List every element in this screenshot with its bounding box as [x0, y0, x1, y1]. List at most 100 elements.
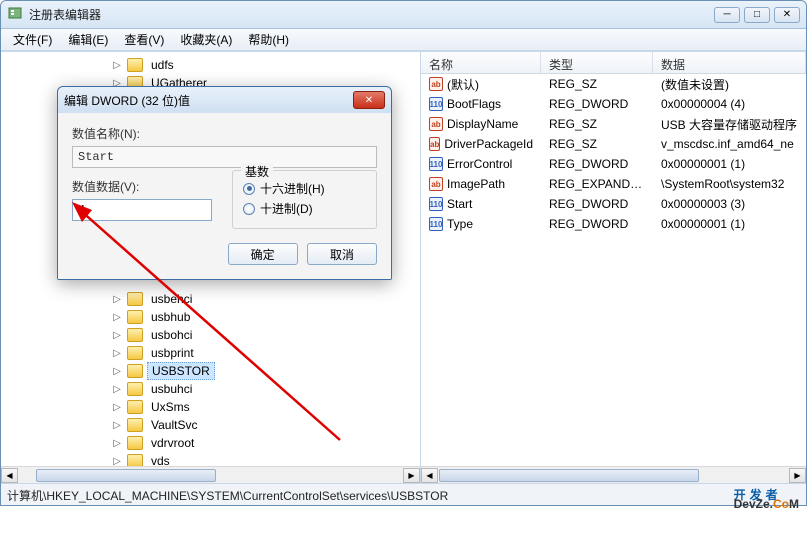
- list-row[interactable]: 110TypeREG_DWORD0x00000001 (1): [421, 214, 806, 234]
- value-data-input[interactable]: [72, 199, 212, 221]
- list-row[interactable]: abDisplayNameREG_SZUSB 大容量存储驱动程序: [421, 114, 806, 134]
- list-header: 名称 类型 数据: [421, 52, 806, 74]
- expander-icon[interactable]: ▷: [111, 420, 123, 431]
- tree-item[interactable]: ▷ UxSms: [1, 398, 420, 416]
- value-type: REG_SZ: [541, 77, 653, 91]
- reg-sz-icon: ab: [429, 77, 443, 91]
- tree-item[interactable]: ▷ usbehci: [1, 290, 420, 308]
- reg-bin-icon: 110: [429, 197, 443, 211]
- tree-item-label: usbehci: [147, 291, 196, 307]
- tree-item[interactable]: ▷usbhub: [1, 308, 420, 326]
- col-header-name[interactable]: 名称: [421, 52, 541, 73]
- expander-icon[interactable]: ▷: [111, 312, 123, 323]
- col-header-data[interactable]: 数据: [653, 52, 806, 73]
- folder-icon: [127, 346, 143, 360]
- radio-hex-row[interactable]: 十六进制(H): [243, 180, 366, 197]
- expander-icon[interactable]: ▷: [111, 438, 123, 449]
- close-button[interactable]: ✕: [774, 7, 800, 23]
- radio-dec[interactable]: [243, 203, 255, 215]
- base-legend: 基数: [241, 163, 273, 180]
- list-row[interactable]: 110StartREG_DWORD0x00000003 (3): [421, 194, 806, 214]
- tree-item[interactable]: ▷ VaultSvc: [1, 416, 420, 434]
- value-type: REG_DWORD: [541, 157, 653, 171]
- value-data: v_mscdsc.inf_amd64_ne: [653, 137, 806, 151]
- folder-icon: [127, 310, 143, 324]
- radio-hex[interactable]: [243, 183, 255, 195]
- tree-item[interactable]: ▷USBSTOR: [1, 362, 420, 380]
- list-row[interactable]: abDriverPackageIdREG_SZv_mscdsc.inf_amd6…: [421, 134, 806, 154]
- list-scroll-track[interactable]: [438, 468, 789, 483]
- window-title: 注册表编辑器: [29, 6, 714, 23]
- expander-icon[interactable]: ▷: [111, 348, 123, 359]
- value-name: ImagePath: [447, 177, 505, 191]
- dialog-close-button[interactable]: ✕: [353, 91, 385, 109]
- value-data: 0x00000004 (4): [653, 97, 806, 111]
- value-type: REG_DWORD: [541, 197, 653, 211]
- expander-icon[interactable]: ▷: [111, 456, 123, 467]
- list-scroll-thumb[interactable]: [439, 469, 699, 482]
- expander-icon[interactable]: ▷: [111, 330, 123, 341]
- value-data: USB 大容量存储驱动程序: [653, 116, 806, 133]
- value-name: DisplayName: [447, 117, 518, 131]
- list-pane[interactable]: 名称 类型 数据 ab(默认)REG_SZ(数值未设置)110BootFlags…: [421, 52, 806, 483]
- titlebar[interactable]: 注册表编辑器 ─ □ ✕: [1, 1, 806, 29]
- value-type: REG_SZ: [541, 137, 653, 151]
- app-icon: [7, 5, 23, 24]
- folder-icon: [127, 382, 143, 396]
- value-data: 0x00000003 (3): [653, 197, 806, 211]
- tree-scroll-thumb[interactable]: [36, 469, 216, 482]
- folder-icon: [127, 328, 143, 342]
- list-row[interactable]: ab(默认)REG_SZ(数值未设置): [421, 74, 806, 94]
- ok-button[interactable]: 确定: [228, 243, 298, 265]
- folder-icon: [127, 436, 143, 450]
- list-row[interactable]: 110ErrorControlREG_DWORD0x00000001 (1): [421, 154, 806, 174]
- menu-view[interactable]: 查看(V): [116, 28, 172, 51]
- menu-edit[interactable]: 编辑(E): [60, 28, 116, 51]
- tree-item-label: usbohci: [147, 327, 196, 343]
- folder-icon: [127, 400, 143, 414]
- value-data: 0x00000001 (1): [653, 217, 806, 231]
- maximize-button[interactable]: □: [744, 7, 770, 23]
- expander-icon[interactable]: ▷: [111, 402, 123, 413]
- tree-scroll-right[interactable]: ▶: [403, 468, 420, 483]
- menu-favorites[interactable]: 收藏夹(A): [172, 28, 240, 51]
- list-scroll-right[interactable]: ▶: [789, 468, 806, 483]
- tree-item-label: usbprint: [147, 345, 198, 361]
- radio-dec-row[interactable]: 十进制(D): [243, 200, 366, 217]
- list-row[interactable]: abImagePathREG_EXPAND_SZ\SystemRoot\syst…: [421, 174, 806, 194]
- tree-item[interactable]: ▷ usbuhci: [1, 380, 420, 398]
- value-type: REG_SZ: [541, 117, 653, 131]
- list-row[interactable]: 110BootFlagsREG_DWORD0x00000004 (4): [421, 94, 806, 114]
- tree-scroll-left[interactable]: ◀: [1, 468, 18, 483]
- folder-icon: [127, 364, 143, 378]
- value-type: REG_EXPAND_SZ: [541, 177, 653, 191]
- tree-item[interactable]: ▷ usbprint: [1, 344, 420, 362]
- edit-dword-dialog: 编辑 DWORD (32 位)值 ✕ 数值名称(N): Start 数值数据(V…: [57, 86, 392, 280]
- menubar: 文件(F) 编辑(E) 查看(V) 收藏夹(A) 帮助(H): [1, 29, 806, 51]
- tree-item-label: usbuhci: [147, 381, 196, 397]
- expander-icon[interactable]: ▷: [111, 384, 123, 395]
- minimize-button[interactable]: ─: [714, 7, 740, 23]
- col-header-type[interactable]: 类型: [541, 52, 653, 73]
- tree-item-label: VaultSvc: [147, 417, 201, 433]
- value-type: REG_DWORD: [541, 217, 653, 231]
- list-scroll-left[interactable]: ◀: [421, 468, 438, 483]
- expander-icon[interactable]: ▷: [111, 294, 123, 305]
- value-data-label: 数值数据(V):: [72, 178, 212, 195]
- tree-item[interactable]: ▷ vdrvroot: [1, 434, 420, 452]
- expander-icon[interactable]: ▷: [111, 60, 123, 71]
- tree-item-label: UxSms: [147, 399, 194, 415]
- value-name: Type: [447, 217, 473, 231]
- reg-sz-icon: ab: [429, 177, 443, 191]
- expander-icon[interactable]: ▷: [111, 366, 123, 377]
- value-name: DriverPackageId: [444, 137, 533, 151]
- tree-item[interactable]: ▷ usbohci: [1, 326, 420, 344]
- cancel-button[interactable]: 取消: [307, 243, 377, 265]
- menu-file[interactable]: 文件(F): [5, 28, 60, 51]
- tree-item-label: vdrvroot: [147, 435, 198, 451]
- folder-icon: [127, 58, 143, 72]
- menu-help[interactable]: 帮助(H): [240, 28, 297, 51]
- dialog-titlebar[interactable]: 编辑 DWORD (32 位)值 ✕: [58, 87, 391, 113]
- tree-scroll-track[interactable]: [18, 468, 403, 483]
- tree-item[interactable]: ▷udfs: [1, 56, 420, 74]
